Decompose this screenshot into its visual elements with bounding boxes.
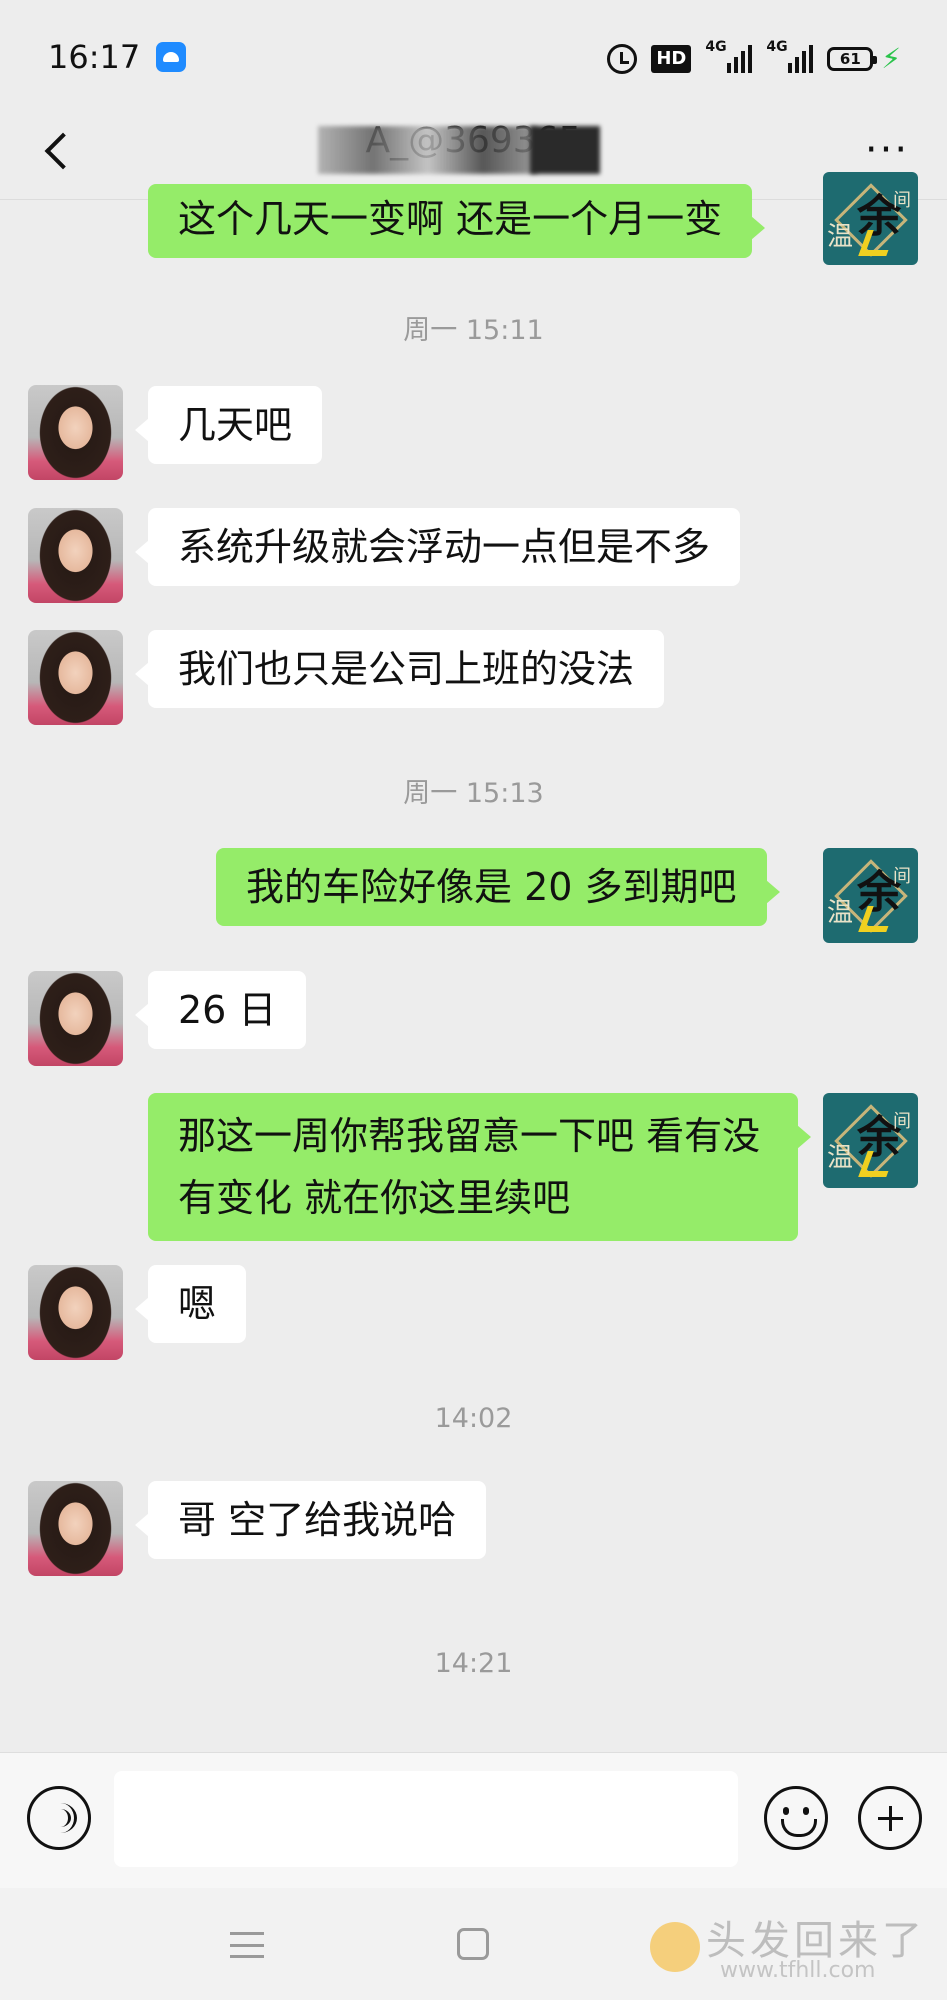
watermark-url: www.tfhll.com (720, 1958, 876, 1983)
my-avatar[interactable]: 余温间 (823, 1093, 918, 1188)
contact-avatar[interactable] (28, 385, 123, 480)
home-key-icon[interactable] (457, 1928, 489, 1960)
timestamp: 周一 15:11 (403, 315, 544, 346)
status-icons: HD 4G 4G 61 ⚡ (607, 39, 901, 76)
message-bubble-received[interactable]: 26 日 (134, 971, 307, 1049)
battery-level: 61 (839, 50, 861, 68)
timestamp: 14:02 (434, 1403, 513, 1434)
message-bubble-received[interactable]: 几天吧 (134, 386, 323, 464)
voice-icon[interactable] (27, 1786, 91, 1850)
message-input[interactable] (114, 1771, 738, 1867)
input-bar (0, 1752, 947, 1888)
message-bubble-received[interactable]: 嗯 (134, 1265, 247, 1343)
contact-avatar[interactable] (28, 630, 123, 725)
title-redaction-2 (530, 126, 600, 174)
watermark: 头发回来了 www.tfhll.com (640, 1902, 940, 1992)
message-bubble-sent[interactable]: 这个几天一变啊 还是一个月一变 (148, 184, 766, 258)
alarm-icon (607, 44, 638, 74)
my-avatar[interactable]: 余温间 (823, 848, 918, 943)
contact-avatar[interactable] (28, 508, 123, 603)
plus-icon[interactable] (858, 1786, 922, 1850)
timestamp: 周一 15:13 (403, 778, 544, 809)
contact-avatar[interactable] (28, 971, 123, 1066)
my-avatar[interactable]: 余温间 (823, 172, 918, 265)
message-bubble-received[interactable]: 系统升级就会浮动一点但是不多 (134, 508, 741, 586)
signal-icon: 4G (705, 39, 753, 73)
contact-avatar[interactable] (28, 1265, 123, 1360)
battery-icon: 61 (827, 47, 878, 71)
network-label-2: 4G (766, 39, 788, 55)
charging-icon: ⚡ (881, 42, 901, 75)
menu-key-icon[interactable] (230, 1932, 264, 1958)
signal-icon-2: 4G (766, 39, 814, 73)
message-bubble-sent[interactable]: 我的车险好像是 20 多到期吧 (216, 848, 780, 926)
network-label: 4G (705, 39, 727, 55)
status-time: 16:17 (48, 38, 141, 76)
status-bar: 16:17 HD 4G 4G 61 ⚡ (0, 0, 947, 112)
message-bubble-sent[interactable]: 那这一周你帮我留意一下吧 看有没有变化 就在你这里续吧 (148, 1093, 811, 1241)
message-bubble-received[interactable]: 哥 空了给我说哈 (134, 1481, 487, 1559)
emoji-icon[interactable] (764, 1786, 828, 1850)
system-nav-bar: 头发回来了 www.tfhll.com (0, 1888, 947, 2000)
watermark-logo-icon (650, 1922, 700, 1972)
android-app-icon (156, 42, 186, 72)
contact-avatar[interactable] (28, 1481, 123, 1576)
message-bubble-received[interactable]: 我们也只是公司上班的没法 (134, 630, 665, 708)
timestamp: 14:21 (434, 1648, 513, 1679)
title-redaction (318, 126, 538, 174)
hd-badge: HD (651, 45, 692, 73)
